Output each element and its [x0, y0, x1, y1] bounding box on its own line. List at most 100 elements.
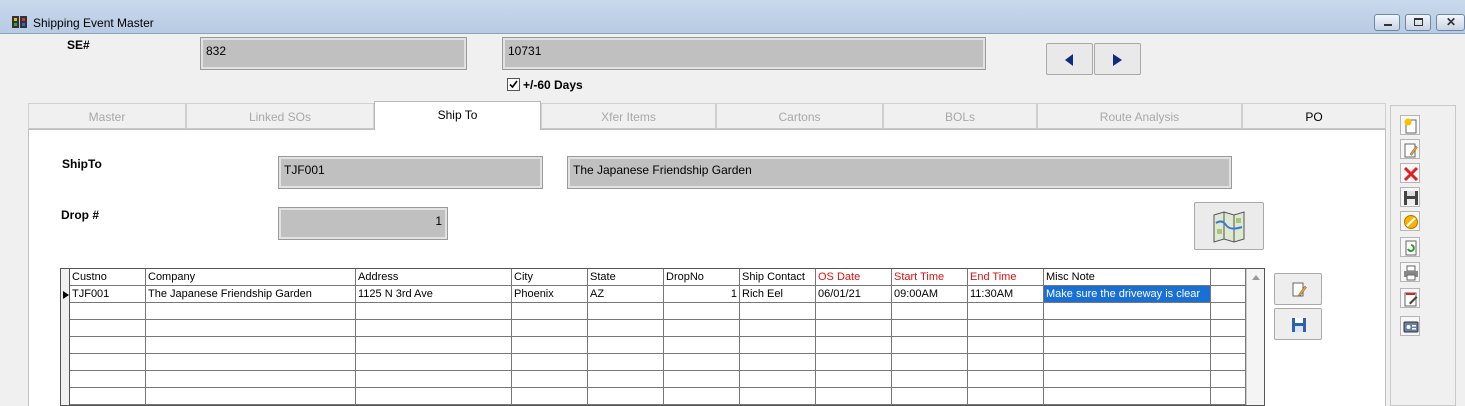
grid-cell-empty[interactable]: [1044, 303, 1211, 320]
shipto-code-field[interactable]: TJF001: [278, 156, 543, 189]
grid-cell-empty[interactable]: [70, 320, 146, 337]
grid-cell-address[interactable]: 1125 N 3rd Ave: [356, 286, 512, 303]
grid-cell-empty[interactable]: [816, 303, 892, 320]
print-button[interactable]: [1400, 262, 1420, 282]
grid-cell-empty[interactable]: [892, 371, 968, 388]
grid-cell-empty[interactable]: [512, 354, 588, 371]
grid-cell-empty[interactable]: [740, 354, 816, 371]
grid-cell-empty[interactable]: [816, 388, 892, 405]
grid-cell-empty[interactable]: [588, 303, 664, 320]
save-row-button[interactable]: [1274, 308, 1322, 340]
grid-cell-state[interactable]: AZ: [588, 286, 664, 303]
grid-cell-empty[interactable]: [512, 337, 588, 354]
grid-header-state[interactable]: State: [588, 269, 664, 286]
grid-cell-empty[interactable]: [968, 371, 1044, 388]
grid-cell-empty[interactable]: [968, 303, 1044, 320]
grid-cell-empty[interactable]: [588, 337, 664, 354]
grid-cell-empty[interactable]: [146, 354, 356, 371]
edit-record-button[interactable]: [1400, 139, 1420, 159]
grid-cell-empty[interactable]: [664, 303, 740, 320]
grid-cell-empty[interactable]: [1044, 388, 1211, 405]
grid-cell-empty[interactable]: [664, 337, 740, 354]
grid-header-city[interactable]: City: [512, 269, 588, 286]
grid-cell-empty[interactable]: [588, 320, 664, 337]
grid-cell-empty[interactable]: [70, 303, 146, 320]
tab-route-analysis[interactable]: Route Analysis: [1037, 103, 1242, 129]
shipto-grid[interactable]: Custno Company Address City State DropNo Ship …: [60, 268, 1265, 406]
grid-cell-empty[interactable]: [664, 371, 740, 388]
shipto-name-field[interactable]: The Japanese Friendship Garden: [567, 156, 1232, 189]
grid-cell-ship-contact[interactable]: Rich Eel: [740, 286, 816, 303]
grid-cell-empty[interactable]: [70, 371, 146, 388]
grid-header-address[interactable]: Address: [356, 269, 512, 286]
tab-bols[interactable]: BOLs: [883, 103, 1037, 129]
grid-cell-start-time[interactable]: 09:00AM: [892, 286, 968, 303]
grid-cell-empty[interactable]: [1044, 337, 1211, 354]
grid-cell-empty[interactable]: [356, 354, 512, 371]
new-record-button[interactable]: [1400, 115, 1420, 135]
grid-cell-city[interactable]: Phoenix: [512, 286, 588, 303]
drop-number-field[interactable]: 1: [278, 207, 448, 240]
grid-header-ship-contact[interactable]: Ship Contact: [740, 269, 816, 286]
grid-cell-empty[interactable]: [664, 354, 740, 371]
grid-cell-empty[interactable]: [512, 320, 588, 337]
tab-ship-to[interactable]: Ship To: [374, 101, 541, 130]
grid-cell-empty[interactable]: [740, 320, 816, 337]
grid-cell-empty[interactable]: [740, 303, 816, 320]
grid-cell-empty[interactable]: [146, 371, 356, 388]
tab-master[interactable]: Master: [28, 103, 186, 129]
grid-cell-empty[interactable]: [356, 303, 512, 320]
grid-cell-empty[interactable]: [816, 337, 892, 354]
tab-xfer-items[interactable]: Xfer Items: [541, 103, 716, 129]
tab-cartons[interactable]: Cartons: [716, 103, 883, 129]
grid-cell-custno[interactable]: TJF001: [70, 286, 146, 303]
grid-cell-empty[interactable]: [892, 320, 968, 337]
se-number-field[interactable]: 832: [200, 37, 467, 70]
tab-linked-sos[interactable]: Linked SOs: [186, 103, 374, 129]
delete-record-button[interactable]: [1400, 163, 1420, 183]
grid-header-misc-note[interactable]: Misc Note: [1044, 269, 1211, 286]
grid-header-company[interactable]: Company: [146, 269, 356, 286]
grid-header-end-time[interactable]: End Time: [968, 269, 1044, 286]
grid-cell-end-time[interactable]: 11:30AM: [968, 286, 1044, 303]
edit-row-button[interactable]: [1274, 273, 1322, 305]
grid-cell-empty[interactable]: [968, 337, 1044, 354]
contact-card-button[interactable]: [1400, 316, 1420, 336]
grid-header-start-time[interactable]: Start Time: [892, 269, 968, 286]
previous-record-button[interactable]: [1046, 43, 1093, 75]
grid-cell-empty[interactable]: [1044, 371, 1211, 388]
grid-cell-empty[interactable]: [740, 371, 816, 388]
tab-po[interactable]: PO: [1242, 103, 1386, 129]
grid-cell-empty[interactable]: [146, 320, 356, 337]
grid-cell-empty[interactable]: [968, 388, 1044, 405]
grid-cell-empty[interactable]: [968, 354, 1044, 371]
next-record-button[interactable]: [1094, 43, 1141, 75]
grid-cell-empty[interactable]: [512, 303, 588, 320]
grid-cell-empty[interactable]: [588, 354, 664, 371]
grid-cell-empty[interactable]: [512, 371, 588, 388]
grid-cell-empty[interactable]: [356, 388, 512, 405]
grid-cell-empty[interactable]: [356, 337, 512, 354]
grid-cell-empty[interactable]: [816, 320, 892, 337]
grid-cell-empty[interactable]: [1044, 354, 1211, 371]
grid-cell-empty[interactable]: [356, 371, 512, 388]
grid-cell-empty[interactable]: [664, 388, 740, 405]
grid-cell-empty[interactable]: [70, 388, 146, 405]
grid-cell-empty[interactable]: [70, 354, 146, 371]
grid-cell-empty[interactable]: [968, 320, 1044, 337]
grid-cell-empty[interactable]: [146, 337, 356, 354]
grid-cell-empty[interactable]: [588, 388, 664, 405]
grid-cell-empty[interactable]: [588, 371, 664, 388]
map-button[interactable]: [1194, 202, 1264, 250]
grid-cell-company[interactable]: The Japanese Friendship Garden: [146, 286, 356, 303]
restore-button[interactable]: [1405, 14, 1431, 31]
grid-cell-empty[interactable]: [740, 337, 816, 354]
grid-cell-empty[interactable]: [892, 337, 968, 354]
sixty-days-checkbox[interactable]: [507, 78, 520, 91]
refresh-button[interactable]: [1400, 237, 1420, 257]
grid-cell-empty[interactable]: [664, 320, 740, 337]
grid-cell-misc-note[interactable]: Make sure the driveway is clear: [1044, 286, 1211, 303]
grid-cell-empty[interactable]: [70, 337, 146, 354]
grid-cell-empty[interactable]: [892, 354, 968, 371]
grid-header-dropno[interactable]: DropNo: [664, 269, 740, 286]
